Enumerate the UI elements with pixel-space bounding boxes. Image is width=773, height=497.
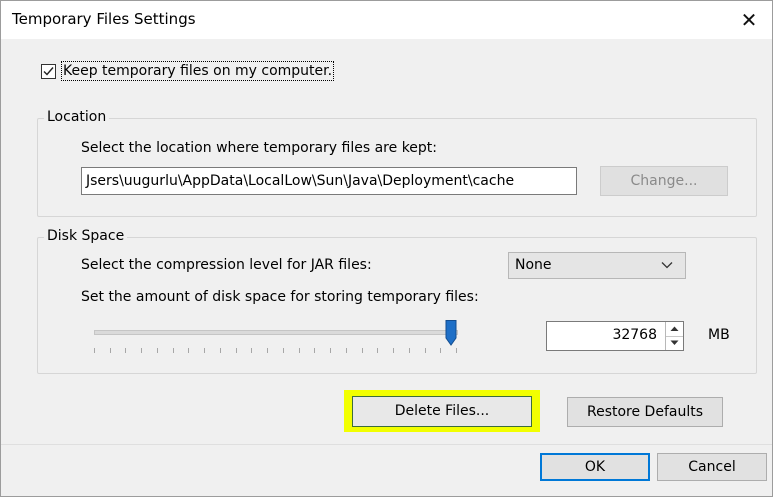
footer-divider [1,444,772,445]
cancel-label: Cancel [688,459,736,475]
slider-tick [314,348,315,353]
spin-down-icon[interactable] [666,336,683,350]
compression-label: Select the compression level for JAR fil… [81,257,372,273]
slider-tick [141,348,142,353]
title-bar: Temporary Files Settings ✕ [1,1,772,39]
slider-tick [377,348,378,353]
disk-size-unit: MB [708,327,730,343]
chevron-down-icon [661,262,673,269]
spin-up-icon[interactable] [666,322,683,337]
slider-tick [204,348,205,353]
keep-temporary-files-label: Keep temporary files on my computer. [60,61,335,81]
slider-tick [236,348,237,353]
slider-tick [220,348,221,353]
slider-tick [94,348,95,353]
checkmark-icon [43,67,54,76]
slider-tick [173,348,174,353]
close-icon[interactable]: ✕ [734,5,764,35]
cancel-button[interactable]: Cancel [657,453,767,481]
ok-button[interactable]: OK [540,453,650,481]
spinner-buttons [665,322,683,350]
slider-tick [330,348,331,353]
ok-label: OK [584,459,606,475]
temporary-files-dialog: Temporary Files Settings ✕ Keep temporar… [0,0,773,497]
delete-files-label: Delete Files... [394,403,490,419]
slider-ticks [92,348,464,354]
disk-size-spinner[interactable]: 32768 [546,321,684,351]
slider-tick [251,348,252,353]
restore-defaults-label: Restore Defaults [586,404,704,420]
change-button: Change... [600,166,728,196]
disk-space-slider[interactable] [92,316,464,356]
slider-tick [456,348,457,353]
disk-amount-label: Set the amount of disk space for storing… [81,289,479,305]
slider-tick [110,348,111,353]
window-title: Temporary Files Settings [12,10,196,28]
slider-tick [440,348,441,353]
checkbox-box[interactable] [41,64,56,79]
disk-size-value[interactable]: 32768 [612,327,657,343]
restore-defaults-button[interactable]: Restore Defaults [567,397,723,427]
cache-path-field[interactable]: Jsers\uugurlu\AppData\LocalLow\Sun\Java\… [81,167,577,195]
slider-tick [188,348,189,353]
delete-files-button[interactable]: Delete Files... [352,396,532,427]
slider-tick [157,348,158,353]
slider-tick [362,348,363,353]
location-group-title: Location [44,109,110,125]
disk-space-group-title: Disk Space [44,228,128,244]
location-group: Location Select the location where tempo… [37,109,757,217]
change-button-label: Change... [630,173,698,189]
slider-tick [425,348,426,353]
slider-tick [409,348,410,353]
slider-tick [283,348,284,353]
slider-tick [267,348,268,353]
slider-track [94,330,458,335]
slider-tick [346,348,347,353]
slider-tick [299,348,300,353]
location-description: Select the location where temporary file… [81,140,438,156]
disk-space-group: Disk Space Select the compression level … [37,228,757,374]
slider-tick [125,348,126,353]
compression-level-value: None [515,257,552,273]
slider-thumb[interactable] [445,320,457,346]
compression-level-dropdown[interactable]: None [508,252,686,279]
slider-tick [393,348,394,353]
